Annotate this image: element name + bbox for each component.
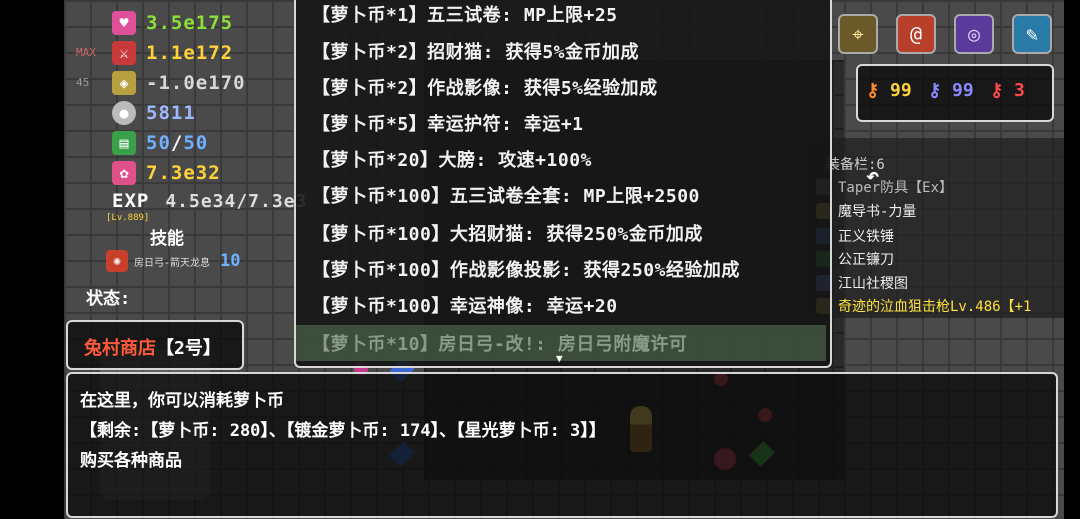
blue-key-count: 99 <box>952 80 974 101</box>
menu-item[interactable]: 【萝卜币*100】作战影像投影: 获得250%经验加成 <box>312 251 812 287</box>
crosshair-icon: ⌖ <box>852 22 864 46</box>
menu-item[interactable]: 【萝卜币*2】作战影像: 获得5%经验加成 <box>312 69 812 105</box>
menu-item[interactable]: 【萝卜币*5】幸运护符: 幸运+1 <box>312 105 812 141</box>
status-label: 状态: <box>86 289 131 309</box>
red-key: ⚷ 3 <box>990 80 1025 101</box>
mdef-row: ● 5811 <box>112 100 196 126</box>
red-key-count: 3 <box>1014 80 1025 101</box>
equipment-item-label: 奇迹的泣血狙击枪Lv.486【+1 <box>838 299 1032 315</box>
orange-key-count: 99 <box>890 80 912 101</box>
dialog-line-1: 在这里，你可以消耗萝卜币 <box>80 391 284 411</box>
max-tag: MAX <box>76 46 96 59</box>
hp-row: ♥ 3.5e175 <box>112 10 233 36</box>
equipment-item-label: 魔导书-力量 <box>838 204 917 220</box>
menu-item[interactable]: 【萝卜币*100】大招财猫: 获得250%金币加成 <box>312 215 812 251</box>
dialog-line-2: 【剩余:【萝卜币: 280】、【镀金萝卜币: 174】、【星光萝卜币: 3】】 <box>80 421 606 441</box>
dialog-line-3: 购买各种商品 <box>80 451 182 471</box>
level-label: [Lv.889] <box>106 213 150 223</box>
vortex-icon: ◎ <box>967 22 981 46</box>
exp-label: EXP <box>112 190 150 212</box>
shop-title: 兔村商店【2号】 <box>84 334 221 360</box>
shield-icon: ◈ <box>112 71 136 95</box>
scroll-icon: ✎ <box>1025 22 1039 46</box>
menu-item[interactable]: 【萝卜币*2】招财猫: 获得5%金币加成 <box>312 33 812 69</box>
blue-key: ⚷ 99 <box>928 80 974 101</box>
skill-name: 房日弓-箭天龙息 <box>134 257 211 269</box>
gold-row: ✿ 7.3e32 <box>112 160 221 186</box>
hp-value: 3.5e175 <box>146 12 234 34</box>
exp-value: 4.5e34/7.3e3 <box>165 190 308 212</box>
key-icon: ⚷ <box>928 80 942 101</box>
skill-row[interactable]: ✺ 房日弓-箭天龙息 10 <box>106 250 241 272</box>
menu-item[interactable]: 【萝卜币*20】大膀: 攻速+100% <box>312 141 812 177</box>
menu-item[interactable]: 【萝卜币*100】五三试卷全套: MP上限+2500 <box>312 177 812 213</box>
skill-level: 10 <box>220 251 241 271</box>
sword-icon: ⚔ <box>112 41 136 65</box>
equipment-item-label: 公正镰刀 <box>838 252 894 268</box>
spiral-icon: @ <box>909 22 923 46</box>
item-skill-button[interactable]: ✎ <box>1012 14 1052 54</box>
mp-separator: / <box>170 132 184 154</box>
shop-name: 兔村商店 <box>84 338 156 359</box>
equipment-item-label: Taper防具【Ex】 <box>838 180 954 196</box>
shop-title-box: 兔村商店【2号】 <box>66 320 244 370</box>
orb-icon: ● <box>112 101 136 125</box>
def-row: ◈ -1.0e170 <box>112 70 246 96</box>
side-number: 45 <box>76 76 90 89</box>
heart-icon: ♥ <box>112 11 136 35</box>
orange-key: ⚷ 99 <box>866 80 912 101</box>
equipment-item-label: 正义铁锤 <box>838 229 894 245</box>
equipment-item[interactable]: Taper防具【Ex】 <box>816 176 953 198</box>
equipment-item-label: 江山社稷图 <box>838 276 908 292</box>
dragon-icon: ✺ <box>106 250 128 272</box>
flame-icon: ✿ <box>112 161 136 185</box>
atk-row: ⚔ 1.1e172 <box>112 40 233 66</box>
vortex-skill-button[interactable]: ◎ <box>954 14 994 54</box>
book-icon: ▤ <box>112 131 136 155</box>
mdef-value: 5811 <box>146 102 196 124</box>
def-value: -1.0e170 <box>146 72 246 94</box>
scroll-down-arrow[interactable]: ▼ <box>556 352 563 365</box>
exp-row: EXP 4.5e34/7.3e3 <box>112 190 307 212</box>
key-icon: ⚷ <box>866 80 880 101</box>
skill-title: 技能 <box>150 229 184 249</box>
fire-skill-button[interactable]: @ <box>896 14 936 54</box>
equipment-item[interactable]: 奇迹的泣血狙击枪Lv.486【+1 <box>816 295 1031 317</box>
menu-item[interactable]: 【萝卜币*1】五三试卷: MP上限+25 <box>312 0 812 32</box>
key-icon: ⚷ <box>990 80 1004 101</box>
target-skill-button[interactable]: ⌖ <box>838 14 878 54</box>
mp-current: 50 <box>146 132 171 154</box>
gold-value: 7.3e32 <box>146 162 221 184</box>
mp-row: ▤ 50 / 50 <box>112 130 208 156</box>
menu-item[interactable]: 【萝卜币*100】幸运神像: 幸运+20 <box>312 287 812 323</box>
atk-value: 1.1e172 <box>146 42 234 64</box>
shop-number: 【2号】 <box>156 338 221 359</box>
mp-max: 50 <box>183 132 209 154</box>
